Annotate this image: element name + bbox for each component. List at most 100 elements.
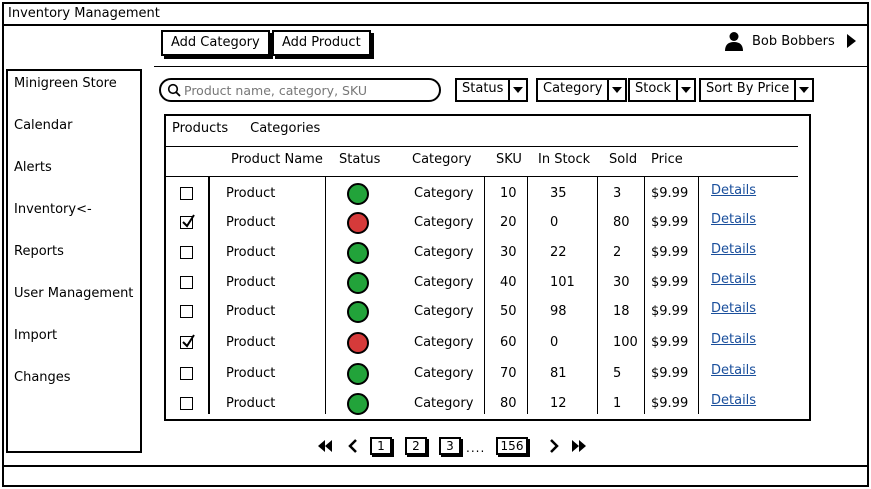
in-stock-cell: 22 <box>550 245 567 260</box>
column-divider <box>597 176 598 414</box>
status-indicator <box>347 332 369 354</box>
sku-cell: 80 <box>500 396 517 411</box>
user-icon <box>724 31 744 51</box>
status-filter-dropdown[interactable]: Status <box>455 78 529 102</box>
product-name-cell: Product <box>226 275 276 290</box>
column-header-name[interactable]: Product Name <box>231 152 323 167</box>
sidebar-item-user-management[interactable]: User Management <box>14 286 133 301</box>
last-page-number-button[interactable]: 156 <box>496 437 528 455</box>
price-cell: $9.99 <box>651 245 689 260</box>
in-stock-cell: 0 <box>550 215 559 230</box>
page-1-button[interactable]: 1 <box>370 437 392 455</box>
row-checkbox[interactable] <box>180 246 193 259</box>
row-checkbox[interactable] <box>180 214 195 229</box>
column-header-sku[interactable]: SKU <box>496 152 522 167</box>
chevron-down-icon <box>796 80 812 100</box>
product-name-cell: Product <box>226 335 276 350</box>
add-product-button[interactable]: Add Product <box>272 30 371 56</box>
in-stock-cell: 101 <box>550 275 575 290</box>
product-name-cell: Product <box>226 215 276 230</box>
column-divider <box>325 176 326 414</box>
chevron-down-icon <box>678 80 694 100</box>
details-link[interactable]: Details <box>711 272 756 287</box>
details-link[interactable]: Details <box>711 363 756 378</box>
tab-divider <box>166 146 798 147</box>
sku-cell: 60 <box>500 335 517 350</box>
first-page-icon[interactable] <box>317 438 333 454</box>
row-checkbox[interactable] <box>180 367 193 380</box>
tab-products[interactable]: Products <box>172 121 228 136</box>
row-checkbox[interactable] <box>180 334 195 349</box>
user-menu[interactable]: Bob Bobbers <box>724 30 856 52</box>
price-cell: $9.99 <box>651 396 689 411</box>
sidebar-item-import[interactable]: Import <box>14 328 57 343</box>
details-link[interactable]: Details <box>711 332 756 347</box>
header-divider <box>154 66 867 67</box>
category-filter-label: Category <box>538 80 610 100</box>
category-filter-dropdown[interactable]: Category <box>536 78 628 102</box>
page-3-button[interactable]: 3 <box>439 437 461 455</box>
status-indicator <box>347 393 369 415</box>
column-divider <box>644 176 645 414</box>
in-stock-cell: 98 <box>550 304 567 319</box>
category-cell: Category <box>414 186 474 201</box>
column-header-status[interactable]: Status <box>339 152 380 167</box>
column-divider <box>208 176 210 414</box>
column-header-sold[interactable]: Sold <box>609 152 637 167</box>
sidebar-item-store[interactable]: Minigreen Store <box>14 76 117 91</box>
column-header-in-stock[interactable]: In Stock <box>538 152 590 167</box>
status-indicator <box>347 183 369 205</box>
sidebar-item-inventory[interactable]: Inventory<- <box>14 202 92 217</box>
play-arrow-icon[interactable] <box>846 34 856 48</box>
sort-label: Sort By Price <box>701 80 797 100</box>
product-name-cell: Product <box>226 245 276 260</box>
last-page-icon[interactable] <box>571 438 587 454</box>
price-cell: $9.99 <box>651 335 689 350</box>
page-2-button[interactable]: 2 <box>405 437 427 455</box>
sidebar-item-reports[interactable]: Reports <box>14 244 64 259</box>
sidebar-item-calendar[interactable]: Calendar <box>14 118 72 133</box>
status-indicator <box>347 212 369 234</box>
column-header-price[interactable]: Price <box>651 152 683 167</box>
search-box[interactable] <box>159 78 441 102</box>
sku-cell: 40 <box>500 275 517 290</box>
sort-dropdown[interactable]: Sort By Price <box>699 78 815 102</box>
sidebar-item-changes[interactable]: Changes <box>14 370 71 385</box>
window-title: Inventory Management <box>8 6 160 21</box>
details-link[interactable]: Details <box>711 183 756 198</box>
search-input[interactable] <box>184 82 434 98</box>
price-cell: $9.99 <box>651 366 689 381</box>
price-cell: $9.99 <box>651 215 689 230</box>
status-indicator <box>347 272 369 294</box>
row-checkbox[interactable] <box>180 397 193 410</box>
stock-filter-dropdown[interactable]: Stock <box>628 78 696 102</box>
status-bar-divider <box>4 465 867 467</box>
next-page-icon[interactable] <box>549 438 559 454</box>
details-link[interactable]: Details <box>711 242 756 257</box>
tab-categories[interactable]: Categories <box>250 121 320 136</box>
status-indicator <box>347 242 369 264</box>
category-cell: Category <box>414 215 474 230</box>
in-stock-cell: 12 <box>550 396 567 411</box>
sidebar-item-alerts[interactable]: Alerts <box>14 160 52 175</box>
sku-cell: 50 <box>500 304 517 319</box>
checkmark-icon <box>182 334 195 348</box>
product-name-cell: Product <box>226 304 276 319</box>
category-cell: Category <box>414 366 474 381</box>
add-category-button[interactable]: Add Category <box>161 30 270 56</box>
column-header-category[interactable]: Category <box>412 152 471 167</box>
category-cell: Category <box>414 245 474 260</box>
details-link[interactable]: Details <box>711 301 756 316</box>
row-checkbox[interactable] <box>180 276 193 289</box>
category-cell: Category <box>414 335 474 350</box>
status-indicator <box>347 301 369 323</box>
in-stock-cell: 0 <box>550 335 559 350</box>
details-link[interactable]: Details <box>711 393 756 408</box>
row-checkbox[interactable] <box>180 305 193 318</box>
details-link[interactable]: Details <box>711 212 756 227</box>
previous-page-icon[interactable] <box>348 438 358 454</box>
column-divider <box>484 176 485 414</box>
product-name-cell: Product <box>226 186 276 201</box>
chevron-down-icon <box>609 80 625 100</box>
row-checkbox[interactable] <box>180 187 193 200</box>
